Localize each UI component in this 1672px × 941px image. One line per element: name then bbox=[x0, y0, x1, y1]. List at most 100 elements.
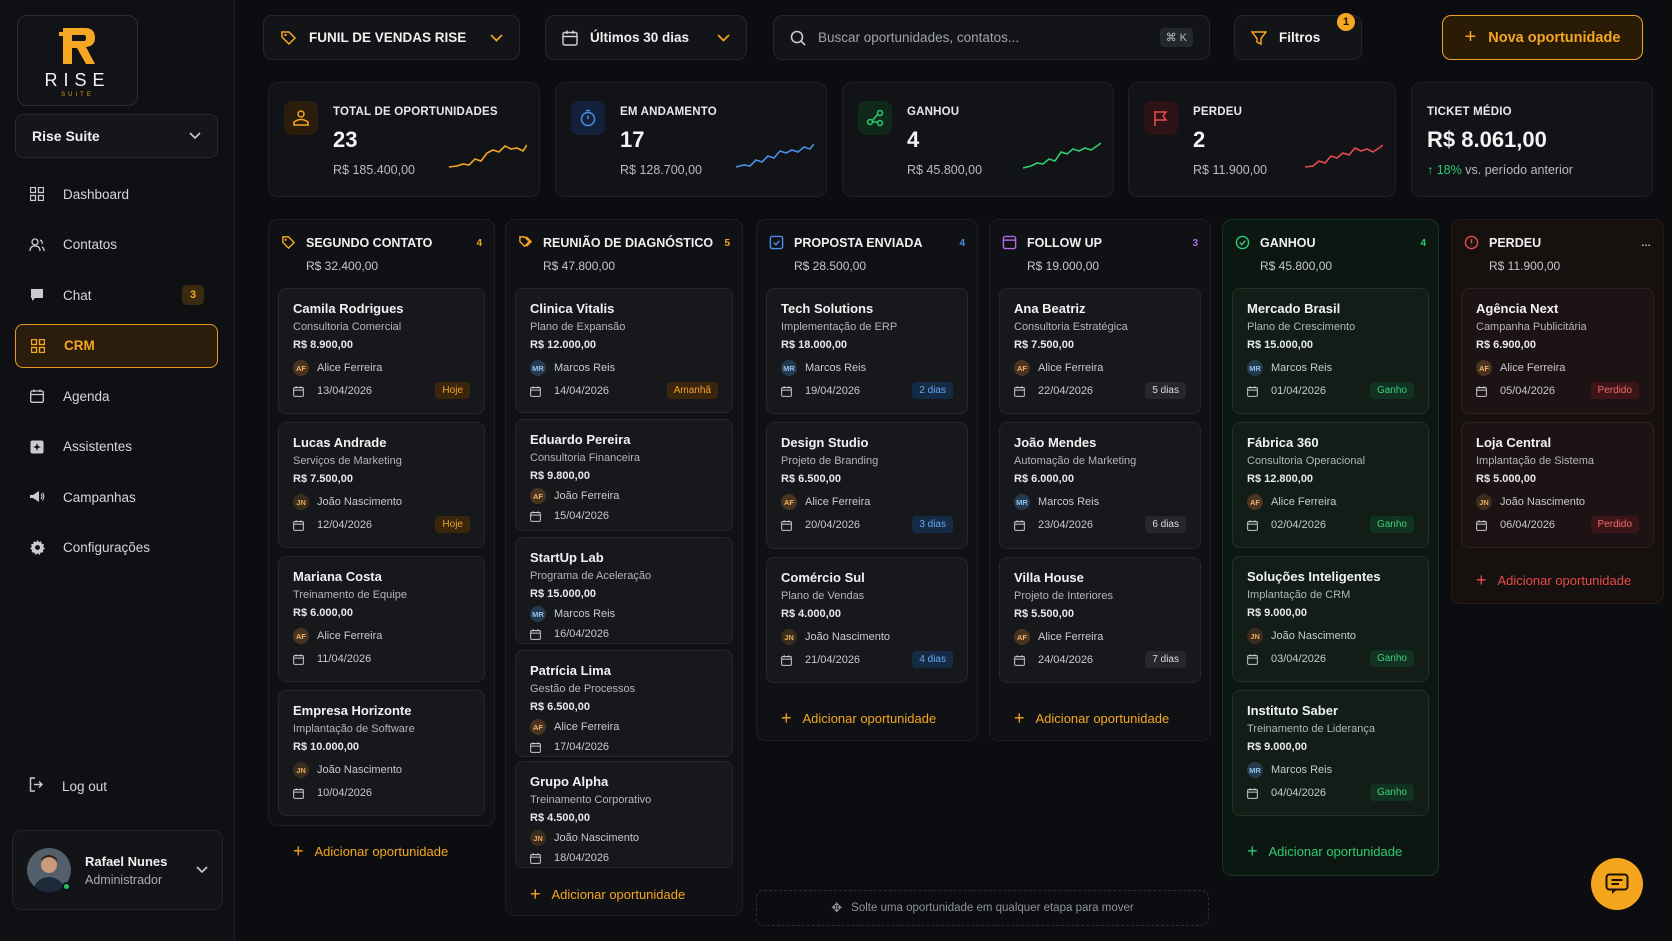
sidebar-item-campanhas[interactable]: Campanhas bbox=[15, 475, 218, 519]
user-card[interactable]: Rafael Nunes Administrador bbox=[12, 830, 223, 910]
stat-label: GANHOU bbox=[907, 106, 960, 118]
card-date: 11/04/2026 bbox=[293, 653, 470, 665]
opportunity-card[interactable]: Tech Solutions Implementação de ERP R$ 1… bbox=[766, 288, 968, 414]
opportunity-card[interactable]: Mercado Brasil Plano de Crescimento R$ 1… bbox=[1232, 288, 1429, 414]
chat-fab-button[interactable] bbox=[1591, 858, 1643, 910]
column-total: R$ 28.500,00 bbox=[794, 259, 867, 273]
calendar-icon bbox=[293, 519, 309, 531]
workspace-selector[interactable]: Rise Suite bbox=[15, 114, 218, 158]
opportunity-card[interactable]: Agência Next Campanha Publicitária R$ 6.… bbox=[1461, 288, 1654, 414]
period-selector[interactable]: Últimos 30 dias bbox=[545, 15, 747, 60]
calendar-icon bbox=[530, 628, 546, 640]
card-date-text: 01/04/2026 bbox=[1271, 385, 1327, 397]
tag-icon bbox=[281, 235, 297, 251]
sidebar-item-assistentes[interactable]: Assistentes bbox=[15, 425, 218, 469]
chevron-down-icon bbox=[189, 132, 201, 140]
card-date-text: 14/04/2026 bbox=[554, 385, 610, 397]
card-description: Implantação de CRM bbox=[1247, 589, 1351, 601]
card-date-text: 18/04/2026 bbox=[554, 852, 610, 864]
card-owner: MR Marcos Reis bbox=[530, 606, 718, 622]
opportunity-card[interactable]: Empresa Horizonte Implantação de Softwar… bbox=[278, 690, 485, 816]
opportunity-card[interactable]: Soluções Inteligentes Implantação de CRM… bbox=[1232, 556, 1429, 682]
opportunity-card[interactable]: Mariana Costa Treinamento de Equipe R$ 6… bbox=[278, 556, 485, 682]
calendar-icon bbox=[781, 385, 797, 397]
add-opportunity-button[interactable]: + Adicionar oportunidade bbox=[1014, 708, 1169, 729]
trend-percent: 18% bbox=[1436, 163, 1462, 177]
owner-avatar: AF bbox=[1014, 360, 1030, 376]
card-title: Lucas Andrade bbox=[293, 435, 387, 450]
column-header: REUNIÃO DE DIAGNÓSTICO 5 bbox=[518, 232, 730, 254]
opportunity-card[interactable]: Grupo Alpha Treinamento Corporativo R$ 4… bbox=[515, 761, 733, 868]
card-date: 24/04/2026 7 dias bbox=[1014, 651, 1186, 668]
card-owner: JN João Nascimento bbox=[781, 629, 953, 645]
user-hand-icon bbox=[284, 101, 318, 135]
card-date-text: 02/04/2026 bbox=[1271, 519, 1327, 531]
add-opportunity-button[interactable]: + Adicionar oportunidade bbox=[1476, 570, 1631, 591]
opportunity-card[interactable]: Clinica Vitalis Plano de Expansão R$ 12.… bbox=[515, 288, 733, 413]
add-opportunity-button[interactable]: + Adicionar oportunidade bbox=[293, 841, 448, 862]
card-value: R$ 6.000,00 bbox=[293, 607, 353, 619]
sidebar-item-configuracoes[interactable]: Configurações bbox=[15, 526, 218, 570]
card-date: 22/04/2026 5 dias bbox=[1014, 382, 1186, 399]
opportunity-card[interactable]: Ana Beatriz Consultoria Estratégica R$ 7… bbox=[999, 288, 1201, 414]
owner-name: Marcos Reis bbox=[1271, 362, 1333, 374]
card-title: Loja Central bbox=[1476, 435, 1552, 450]
opportunity-card[interactable]: Loja Central Implantação de Sistema R$ 5… bbox=[1461, 422, 1654, 548]
card-status-badge: Ganho bbox=[1369, 382, 1414, 399]
card-value: R$ 6.900,00 bbox=[1476, 339, 1536, 351]
sidebar-item-crm[interactable]: CRM bbox=[15, 323, 218, 368]
sidebar-item-chat[interactable]: Chat 3 bbox=[15, 273, 218, 317]
card-date-text: 23/04/2026 bbox=[1038, 519, 1094, 531]
new-opportunity-button[interactable]: + Nova oportunidade bbox=[1442, 15, 1643, 60]
add-opportunity-button[interactable]: + Adicionar oportunidade bbox=[1247, 841, 1402, 862]
opportunity-card[interactable]: StartUp Lab Programa de Aceleração R$ 15… bbox=[515, 537, 733, 644]
stat-subvalue: R$ 185.400,00 bbox=[333, 163, 416, 177]
owner-name: Alice Ferreira bbox=[1038, 362, 1104, 374]
column-more-menu[interactable]: … bbox=[1641, 238, 1651, 249]
opportunity-card[interactable]: Design Studio Projeto de Branding R$ 6.5… bbox=[766, 422, 968, 549]
add-opportunity-button[interactable]: + Adicionar oportunidade bbox=[781, 708, 936, 729]
chat-icon bbox=[29, 287, 45, 303]
column-header: FOLLOW UP 3 bbox=[1002, 232, 1198, 254]
card-title: Instituto Saber bbox=[1247, 703, 1339, 718]
search-input[interactable]: Buscar oportunidades, contatos... ⌘ K bbox=[773, 15, 1210, 60]
stat-value: 23 bbox=[333, 127, 358, 152]
opportunity-card[interactable]: Comércio Sul Plano de Vendas R$ 4.000,00… bbox=[766, 557, 968, 683]
opportunity-card[interactable]: João Mendes Automação de Marketing R$ 6.… bbox=[999, 422, 1201, 549]
user-role: Administrador bbox=[85, 872, 163, 887]
filters-button[interactable]: Filtros 1 bbox=[1234, 13, 1362, 60]
card-owner: JN João Nascimento bbox=[293, 494, 470, 510]
card-date-text: 03/04/2026 bbox=[1271, 653, 1327, 665]
opportunity-card[interactable]: Patrícia Lima Gestão de Processos R$ 6.5… bbox=[515, 650, 733, 757]
opportunity-card[interactable]: Camila Rodrigues Consultoria Comercial R… bbox=[278, 288, 485, 414]
gear-icon bbox=[29, 540, 45, 556]
sidebar-item-dashboard[interactable]: Dashboard bbox=[15, 172, 218, 216]
logout-button[interactable]: Log out bbox=[15, 766, 218, 806]
sidebar-item-label: CRM bbox=[64, 338, 95, 353]
sidebar-item-agenda[interactable]: Agenda bbox=[15, 374, 218, 418]
card-date-text: 10/04/2026 bbox=[317, 787, 373, 799]
card-date-text: 13/04/2026 bbox=[317, 385, 373, 397]
owner-name: João Ferreira bbox=[554, 490, 620, 502]
card-date: 17/04/2026 bbox=[530, 741, 718, 753]
opportunity-card[interactable]: Eduardo Pereira Consultoria Financeira R… bbox=[515, 419, 733, 531]
card-owner: AF Alice Ferreira bbox=[781, 494, 953, 510]
add-opportunity-button[interactable]: + Adicionar oportunidade bbox=[530, 884, 685, 905]
owner-avatar: JN bbox=[1476, 494, 1492, 510]
sidebar-item-label: Campanhas bbox=[63, 489, 136, 505]
pipeline-selector[interactable]: FUNIL DE VENDAS RISE bbox=[263, 15, 520, 60]
stat-card-em-andamento: EM ANDAMENTO 17 R$ 128.700,00 bbox=[555, 82, 827, 197]
card-value: R$ 5.500,00 bbox=[1014, 608, 1074, 620]
sidebar-item-contatos[interactable]: Contatos bbox=[15, 223, 218, 267]
share-nodes-icon bbox=[858, 101, 892, 135]
opportunity-card[interactable]: Villa House Projeto de Interiores R$ 5.5… bbox=[999, 557, 1201, 683]
calendar-icon bbox=[293, 653, 309, 665]
owner-name: João Nascimento bbox=[317, 764, 402, 776]
card-description: Implantação de Sistema bbox=[1476, 455, 1595, 467]
card-status-badge: 4 dias bbox=[912, 651, 953, 668]
opportunity-card[interactable]: Instituto Saber Treinamento de Liderança… bbox=[1232, 690, 1429, 816]
opportunity-card[interactable]: Lucas Andrade Serviços de Marketing R$ 7… bbox=[278, 422, 485, 548]
logo[interactable]: RISE SUITE bbox=[17, 15, 138, 106]
owner-name: Alice Ferreira bbox=[1271, 496, 1337, 508]
opportunity-card[interactable]: Fábrica 360 Consultoria Operacional R$ 1… bbox=[1232, 422, 1429, 548]
